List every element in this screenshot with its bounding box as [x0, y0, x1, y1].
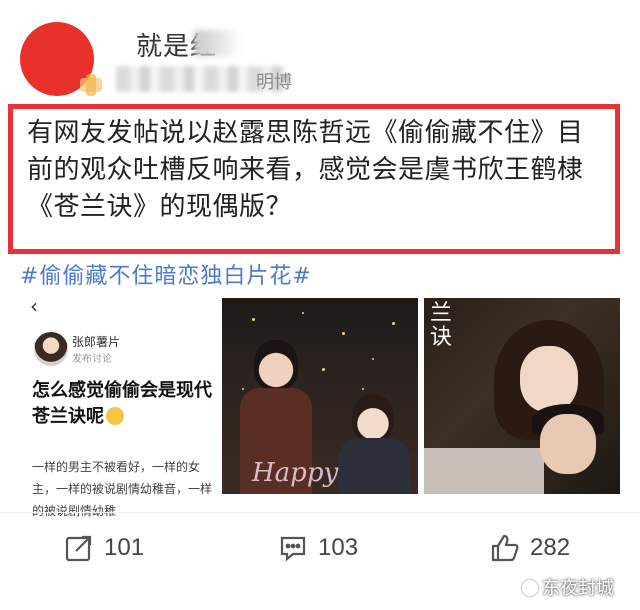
- username-mosaic: [194, 30, 240, 56]
- thinking-emoji-icon: [106, 407, 124, 425]
- watermark: 东夜封城: [522, 574, 614, 600]
- thumbs-up-icon: [491, 534, 519, 562]
- post-header: 就是红 明博: [18, 8, 618, 98]
- poster2-calligraphy: 兰 诀: [430, 301, 453, 350]
- card-author-sub: 发布讨论: [72, 354, 112, 365]
- poster-script-text: Happy: [252, 458, 339, 488]
- watermark-icon: [522, 580, 538, 596]
- highlighted-post-text: 有网友发帖说以赵露思陈哲远《偷偷藏不住》目前的观众吐槽反响来看，感觉会是虞书欣王…: [8, 104, 620, 254]
- divider: [0, 512, 640, 513]
- card-title: 怎么感觉偷偷会是现代苍兰诀呢: [32, 378, 222, 430]
- card-author-avatar: [34, 332, 68, 366]
- comment-button[interactable]: 103: [278, 528, 358, 568]
- repost-button[interactable]: 101: [64, 528, 144, 568]
- like-button[interactable]: 282: [490, 528, 570, 568]
- poster2-male-figure: [516, 404, 616, 494]
- repost-icon: [65, 535, 92, 562]
- repost-count: 101: [104, 534, 145, 561]
- post-meta: 明博: [256, 72, 292, 93]
- vip-badge-icon: [80, 74, 102, 96]
- poster-female-figure: [334, 394, 414, 494]
- post-body: 有网友发帖说以赵露思陈哲远《偷偷藏不住》目前的观众吐槽反响来看，感觉会是虞书欣王…: [27, 118, 584, 222]
- comment-count: 103: [318, 534, 359, 561]
- back-arrow-icon[interactable]: ‹: [30, 294, 38, 318]
- action-bar: 101 103 282: [0, 520, 640, 576]
- embedded-discussion-card[interactable]: 张郎薯片 发布讨论 怎么感觉偷偷会是现代苍兰诀呢 一样的男主不被看好，一样的女主…: [20, 300, 222, 518]
- poster-image-2[interactable]: 兰 诀: [424, 298, 620, 494]
- poster-image-1[interactable]: Happy: [222, 298, 418, 494]
- like-count: 282: [530, 534, 571, 561]
- topic-hashtag[interactable]: #偷偷藏不住暗恋独白片花#: [20, 258, 312, 290]
- watermark-text: 东夜封城: [542, 578, 614, 599]
- card-author-name: 张郎薯片: [72, 335, 121, 349]
- comment-icon: [280, 536, 306, 562]
